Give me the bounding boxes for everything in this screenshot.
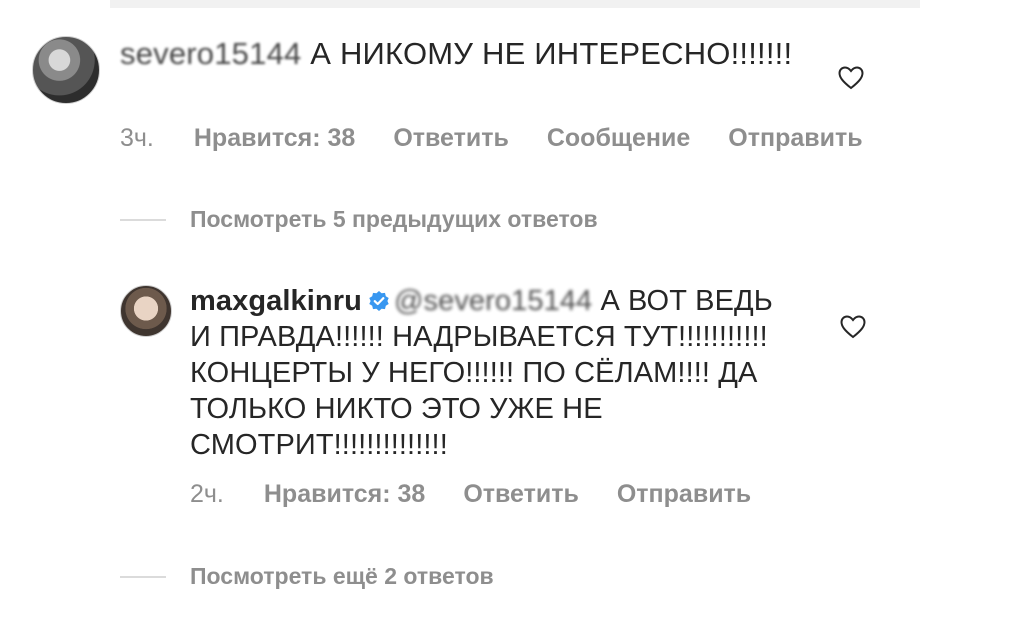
comment-2-time: 2ч. [190,480,224,508]
maxgalkinru-avatar[interactable] [120,285,172,337]
view-previous-replies[interactable]: Посмотреть 5 предыдущих ответов [120,206,598,233]
comment-2-username[interactable]: maxgalkinru [190,285,362,317]
message-button[interactable]: Сообщение [547,124,690,153]
verified-badge-icon [368,285,390,311]
view-more-replies[interactable]: Посмотреть ещё 2 ответов [120,563,494,590]
send-button[interactable]: Отправить [728,124,862,153]
reply-button[interactable]: Ответить [463,480,579,509]
comment-2-mention[interactable]: @severo15144 [394,285,592,317]
commenter-avatar[interactable] [32,36,100,104]
send-button[interactable]: Отправить [617,480,751,509]
comment-1-text: А НИКОМУ НЕ ИНТЕРЕСНО!!!!!!! [310,36,793,71]
comment-2-actions: 2ч. Нравится: 38 Ответить Отправить [190,480,789,509]
reply-divider-line [120,575,166,578]
reply-button[interactable]: Ответить [393,124,509,153]
heart-icon[interactable] [838,66,864,90]
comment-1-time: 3ч. [120,124,154,152]
comment-2-likes[interactable]: Нравится: 38 [264,480,425,509]
top-divider [110,0,920,8]
reply-divider-line [120,218,166,221]
heart-icon[interactable] [840,315,866,339]
comment-2-body: maxgalkinru @severo15144 А ВОТ ВЕДЬ И ПРА… [190,283,790,463]
view-more-label[interactable]: Посмотреть ещё 2 ответов [190,563,494,590]
view-previous-label[interactable]: Посмотреть 5 предыдущих ответов [190,206,598,233]
comment-1-likes[interactable]: Нравится: 38 [194,124,355,153]
comment-1-username[interactable]: severo15144 [120,36,301,71]
comment-1-actions: 3ч. Нравится: 38 Ответить Сообщение Отпр… [120,124,901,153]
comment-1-body: severo15144 А НИКОМУ НЕ ИНТЕРЕСНО!!!!!!! [120,34,810,74]
